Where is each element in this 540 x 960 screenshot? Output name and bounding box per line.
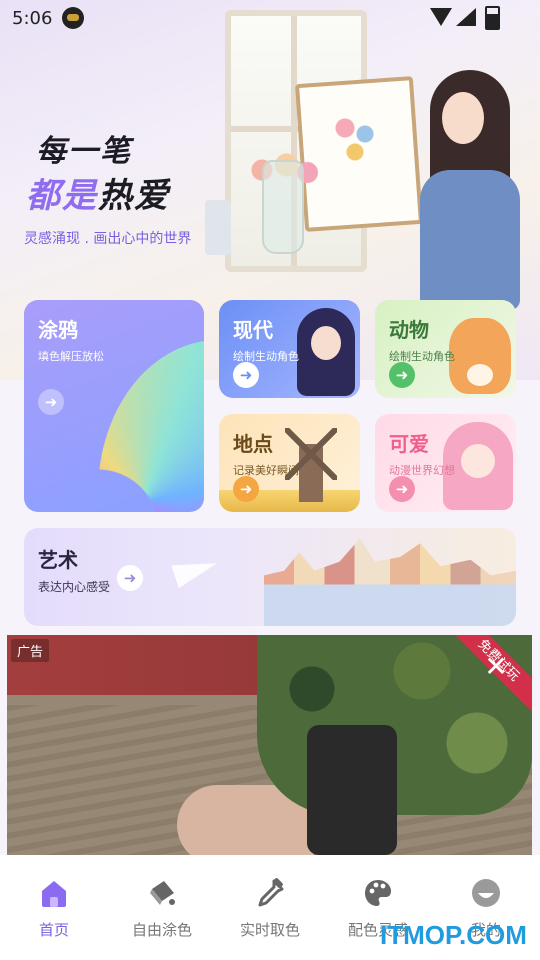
category-card-cute[interactable]: 可爱 动漫世界幻想 ➜ [375,414,516,512]
close-icon[interactable]: ✕ [482,653,510,681]
hero-tagline: 灵感涌现 . 画出心中的世界 [24,231,192,247]
town-illustration [264,538,516,626]
signal-icon [456,8,476,26]
app-notification-icon [62,7,84,29]
hero-brush-cup [205,200,231,255]
status-time: 5:06 [12,8,53,29]
nav-item-home[interactable]: 首页 [0,877,108,940]
ad-image-handle [307,725,397,855]
hero-slogan-line2: 都是热爱 [26,168,170,217]
nav-item-color-pick[interactable]: 实时取色 [216,877,324,940]
category-card-art[interactable]: 艺术 表达内心感受 ➜ [24,528,516,626]
card-subtitle: 表达内心感受 [38,580,111,594]
hero-girl-dress [420,170,520,310]
card-title: 现代 [233,318,273,342]
arrow-right-icon[interactable]: ➜ [389,476,415,502]
nav-label: 首页 [38,921,69,939]
hero-painting-flowers [330,110,380,170]
nav-label: 实时取色 [239,921,300,939]
hero-slogan-rest: 热爱 [98,176,170,216]
card-title: 可爱 [389,432,429,456]
ad-banner[interactable]: 广告 免费试玩 ✕ [7,635,532,855]
hero-girl-face [442,92,484,144]
card-title: 艺术 [38,548,78,572]
arrow-right-icon[interactable]: ➜ [233,476,259,502]
rainbow-feather-illustration [98,340,204,512]
paper-plane-icon [171,551,221,589]
nav-label: 自由涂色 [131,921,192,939]
status-bar: 5:06 [0,0,540,36]
battery-icon [485,6,500,30]
hero-slogan-accent: 都是 [26,176,98,216]
hero-slogan-line1: 每一笔 [36,134,132,169]
category-card-place[interactable]: 地点 记录美好瞬间 ➜ [219,414,360,512]
arrow-right-icon[interactable]: ➜ [389,362,415,388]
category-card-modern[interactable]: 现代 绘制生动角色 ➜ [219,300,360,398]
card-title: 涂鸦 [38,318,78,342]
card-title: 动物 [389,318,429,342]
watermark-text: ITMOP.COM [380,920,527,950]
anime-girl-illustration [297,308,355,396]
hero-vase [262,160,304,254]
wifi-icon [430,8,452,26]
profile-icon [472,879,500,907]
palette-icon [365,880,391,906]
cat-illustration [449,318,511,394]
arrow-right-icon[interactable]: ➜ [38,389,64,415]
card-subtitle: 填色解压放松 [38,350,104,363]
ad-label: 广告 [11,639,50,662]
category-card-doodle[interactable]: 涂鸦 填色解压放松 ➜ [24,300,204,512]
nav-item-free-coloring[interactable]: 自由涂色 [108,877,216,940]
card-title: 地点 [233,432,273,456]
home-icon [42,881,66,907]
eyedropper-icon [258,878,284,907]
arrow-right-icon[interactable]: ➜ [117,565,143,591]
category-card-animal[interactable]: 动物 绘制生动角色 ➜ [375,300,516,398]
arrow-right-icon[interactable]: ➜ [233,362,259,388]
paint-bucket-icon [150,881,175,905]
